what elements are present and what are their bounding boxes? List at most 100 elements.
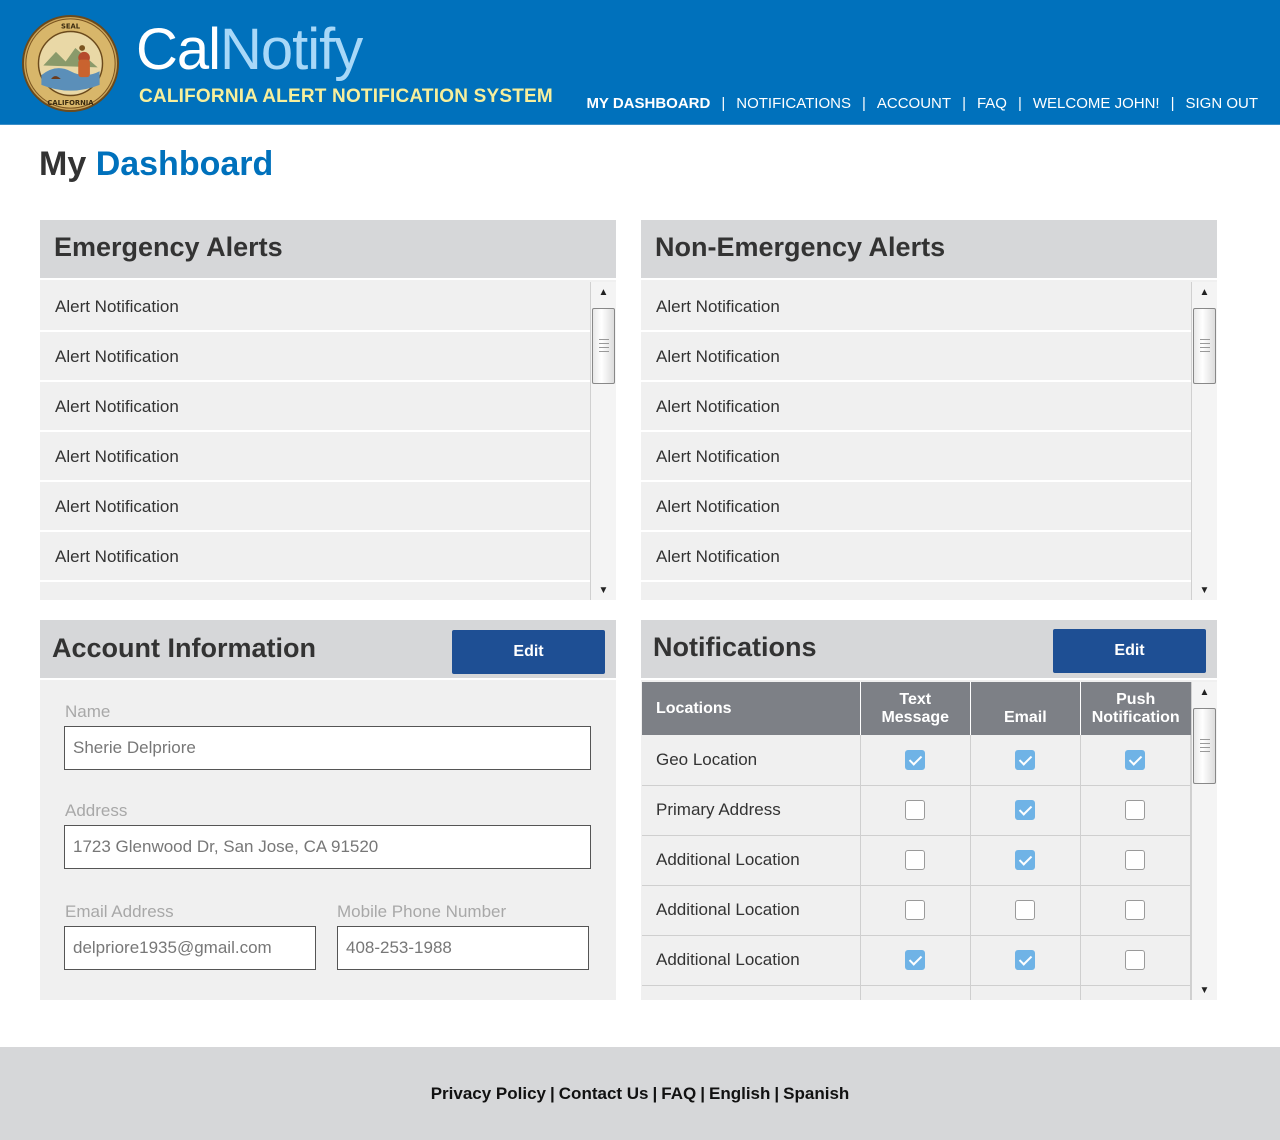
col-push-line2: Notification bbox=[1091, 709, 1180, 726]
location-cell: Additional Location bbox=[642, 885, 861, 936]
location-cell: Additional Location bbox=[642, 935, 861, 986]
scroll-down-arrow-icon[interactable]: ▼ bbox=[1192, 980, 1217, 1000]
phone-label: Mobile Phone Number bbox=[337, 902, 507, 921]
non-emergency-alert-item[interactable]: Alert Notification bbox=[641, 482, 1191, 532]
push-checkbox[interactable] bbox=[1125, 750, 1146, 770]
non-emergency-scrollbar[interactable]: ▲ ▼ bbox=[1191, 282, 1217, 600]
empty-cell bbox=[1080, 985, 1192, 1000]
col-push-line1: Push bbox=[1116, 691, 1156, 708]
footer-separator: | bbox=[700, 1084, 705, 1103]
notifications-scrollbar[interactable]: ▲ ▼ bbox=[1191, 682, 1217, 1000]
non-emergency-alert-item[interactable]: Alert Notification bbox=[641, 332, 1191, 382]
nav-sign-out[interactable]: SIGN OUT bbox=[1185, 95, 1258, 112]
table-row: Additional Location bbox=[642, 885, 1192, 936]
email-checkbox-cell bbox=[970, 735, 1081, 786]
scroll-up-arrow-icon[interactable]: ▲ bbox=[1192, 282, 1217, 302]
text-checkbox-cell bbox=[860, 935, 971, 986]
emergency-alerts-panel: Emergency Alerts Alert Notification Aler… bbox=[40, 220, 616, 600]
nav-separator: | bbox=[861, 95, 866, 112]
brand-subtitle: CALIFORNIA ALERT NOTIFICATION SYSTEM bbox=[139, 86, 553, 107]
text-checkbox[interactable] bbox=[905, 800, 926, 821]
push-checkbox[interactable] bbox=[1125, 850, 1146, 871]
non-emergency-alert-item[interactable]: Alert Notification bbox=[641, 282, 1191, 332]
push-checkbox[interactable] bbox=[1125, 800, 1146, 821]
emergency-alert-item[interactable]: Alert Notification bbox=[40, 282, 590, 332]
account-information-title: Account Information bbox=[52, 633, 316, 663]
nav-separator: | bbox=[962, 95, 966, 112]
footer-privacy-policy[interactable]: Privacy Policy bbox=[431, 1084, 546, 1103]
text-checkbox[interactable] bbox=[905, 900, 926, 921]
brand-title[interactable]: CalNotify bbox=[136, 16, 363, 84]
nav-my-dashboard[interactable]: MY DASHBOARD bbox=[586, 95, 710, 112]
email-field[interactable] bbox=[64, 926, 316, 970]
notifications-table-wrap: Locations Text Message Email Push Notifica… bbox=[641, 682, 1217, 1000]
push-checkbox[interactable] bbox=[1125, 900, 1146, 921]
email-checkbox[interactable] bbox=[1015, 800, 1036, 821]
footer-separator: | bbox=[550, 1084, 555, 1103]
emergency-alert-item[interactable]: Alert Notification bbox=[40, 532, 590, 582]
brand-cal: Cal bbox=[136, 17, 221, 82]
scroll-up-arrow-icon[interactable]: ▲ bbox=[1192, 682, 1217, 702]
scroll-thumb[interactable] bbox=[592, 308, 615, 384]
table-row: Geo Location bbox=[642, 735, 1192, 786]
footer-faq[interactable]: FAQ bbox=[661, 1084, 696, 1103]
push-checkbox[interactable] bbox=[1125, 950, 1146, 971]
email-checkbox[interactable] bbox=[1015, 850, 1036, 871]
location-cell: Additional Location bbox=[642, 835, 861, 886]
text-checkbox[interactable] bbox=[905, 750, 926, 770]
address-label: Address bbox=[65, 801, 128, 820]
non-emergency-alert-item[interactable]: Alert Notification bbox=[641, 432, 1191, 482]
nav-faq[interactable]: FAQ bbox=[977, 95, 1007, 112]
emergency-scrollbar[interactable]: ▲ ▼ bbox=[590, 282, 616, 600]
panel-header: Account Information Edit bbox=[40, 620, 616, 680]
email-checkbox-cell bbox=[970, 885, 1081, 936]
text-checkbox[interactable] bbox=[905, 950, 926, 971]
emergency-alert-item[interactable]: Alert Notification bbox=[40, 332, 590, 382]
email-checkbox-cell bbox=[970, 785, 1081, 836]
emergency-alerts-list: Alert Notification Alert Notification Al… bbox=[40, 282, 616, 600]
non-emergency-alert-item[interactable]: Alert Notification bbox=[641, 532, 1191, 582]
page-title-part1: My bbox=[39, 145, 87, 183]
table-row: Additional Location bbox=[642, 835, 1192, 886]
emergency-alert-item[interactable]: Alert Notification bbox=[40, 432, 590, 482]
text-checkbox[interactable] bbox=[905, 850, 926, 871]
address-field[interactable] bbox=[64, 825, 591, 869]
footer-contact-us[interactable]: Contact Us bbox=[559, 1084, 649, 1103]
scroll-down-arrow-icon[interactable]: ▼ bbox=[591, 580, 616, 600]
text-checkbox-cell bbox=[860, 735, 971, 786]
scroll-thumb[interactable] bbox=[1193, 308, 1216, 384]
scroll-up-arrow-icon[interactable]: ▲ bbox=[591, 282, 616, 302]
footer-spanish[interactable]: Spanish bbox=[783, 1084, 849, 1103]
account-edit-button[interactable]: Edit bbox=[452, 630, 605, 674]
svg-text:CALIFORNIA: CALIFORNIA bbox=[47, 99, 94, 107]
nav-account[interactable]: ACCOUNT bbox=[877, 95, 951, 112]
scroll-thumb[interactable] bbox=[1193, 708, 1216, 784]
col-push-notification: Push Notification bbox=[1080, 682, 1191, 735]
empty-cell bbox=[860, 985, 971, 1000]
email-checkbox[interactable] bbox=[1015, 900, 1036, 921]
scroll-down-arrow-icon[interactable]: ▼ bbox=[1192, 580, 1217, 600]
footer-english[interactable]: English bbox=[709, 1084, 770, 1103]
account-information-panel: Account Information Edit Name Address Em… bbox=[40, 620, 616, 1000]
top-nav: MY DASHBOARD | NOTIFICATIONS | ACCOUNT |… bbox=[586, 95, 1258, 112]
non-emergency-alerts-panel: Non-Emergency Alerts Alert Notification … bbox=[641, 220, 1217, 600]
email-checkbox[interactable] bbox=[1015, 750, 1036, 770]
notifications-edit-button[interactable]: Edit bbox=[1053, 629, 1206, 673]
nav-notifications[interactable]: NOTIFICATIONS bbox=[736, 95, 851, 112]
non-emergency-alerts-title: Non-Emergency Alerts bbox=[655, 232, 946, 262]
email-checkbox[interactable] bbox=[1015, 950, 1036, 971]
notifications-panel: Notifications Edit Locations Text Message… bbox=[641, 620, 1217, 1000]
email-checkbox-cell bbox=[970, 935, 1081, 986]
footer-separator: | bbox=[652, 1084, 658, 1103]
text-checkbox-cell bbox=[860, 835, 971, 886]
emergency-alert-item[interactable]: Alert Notification bbox=[40, 382, 590, 432]
california-seal-icon[interactable]: SEAL CALIFORNIA bbox=[22, 15, 119, 112]
non-emergency-alert-item[interactable]: Alert Notification bbox=[641, 382, 1191, 432]
name-field[interactable] bbox=[64, 726, 591, 770]
nav-welcome-user[interactable]: WELCOME JOHN! bbox=[1033, 95, 1160, 112]
table-row bbox=[642, 985, 1192, 1000]
nav-separator: | bbox=[721, 95, 726, 112]
panel-header: Emergency Alerts bbox=[40, 220, 616, 280]
phone-field[interactable] bbox=[337, 926, 589, 970]
emergency-alert-item[interactable]: Alert Notification bbox=[40, 482, 590, 532]
